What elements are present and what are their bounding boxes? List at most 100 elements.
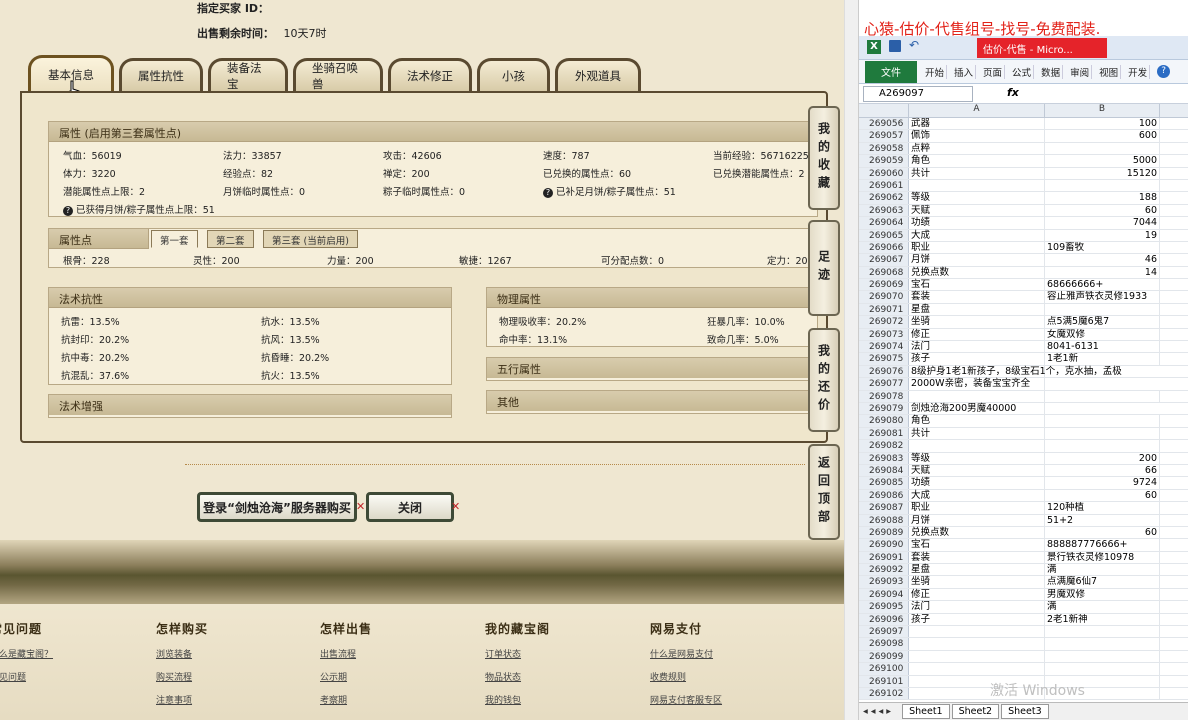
row-number[interactable]: 269059 <box>859 155 909 167</box>
cell-b[interactable]: 120种植 <box>1045 502 1160 514</box>
cell-b[interactable]: 景行铁衣灵修10978 <box>1045 551 1160 564</box>
column-header[interactable] <box>1160 104 1188 117</box>
cell-a[interactable] <box>909 440 1045 452</box>
cell-b[interactable] <box>1045 663 1160 675</box>
cell-a[interactable]: 兑换点数 <box>909 266 1045 279</box>
cell-a[interactable] <box>909 390 1045 402</box>
cell-b[interactable]: 68666666+ <box>1045 279 1160 291</box>
cell-a[interactable]: 点粹 <box>909 142 1045 155</box>
cell-a[interactable] <box>909 638 1045 650</box>
cell-a[interactable] <box>909 650 1045 663</box>
cell-b[interactable] <box>1045 179 1160 192</box>
cell-a[interactable]: 坐骑 <box>909 316 1045 328</box>
tab-equipment[interactable]: 装备法宝 <box>208 58 288 91</box>
row-number[interactable]: 269100 <box>859 663 909 675</box>
row-number[interactable]: 269095 <box>859 601 909 613</box>
subtab-set-1[interactable]: 第一套 <box>151 230 198 248</box>
cell-a[interactable]: 角色 <box>909 155 1045 167</box>
help-icon[interactable]: ? <box>1157 65 1171 78</box>
row-number[interactable]: 269066 <box>859 241 909 254</box>
row-number[interactable]: 269102 <box>859 687 909 700</box>
cell-b[interactable]: 15120 <box>1045 167 1160 179</box>
row-number[interactable]: 269086 <box>859 489 909 502</box>
ribbon-tab[interactable]: 视图 <box>1097 64 1122 79</box>
row-number[interactable]: 269069 <box>859 279 909 291</box>
tab-spell-mods[interactable]: 法术修正 <box>388 58 472 91</box>
row-number[interactable]: 269097 <box>859 626 909 638</box>
cell-b[interactable]: 60 <box>1045 526 1160 539</box>
row-number[interactable]: 269071 <box>859 303 909 316</box>
footer-link[interactable]: 订单状态 <box>485 647 550 660</box>
cell-a[interactable]: 职业 <box>909 241 1045 254</box>
row-number[interactable]: 269081 <box>859 427 909 440</box>
cell-b[interactable]: 满 <box>1045 564 1160 576</box>
cell-a[interactable]: 法门 <box>909 341 1045 353</box>
cell-b[interactable]: 1老1新 <box>1045 353 1160 365</box>
ribbon-tab[interactable]: 插入 <box>952 64 977 79</box>
sheet-nav-icon[interactable]: ◂◂◂▸ <box>863 706 894 717</box>
cell-a[interactable]: 武器 <box>909 118 1045 130</box>
cell-a[interactable]: 佩饰 <box>909 130 1045 142</box>
fx-icon[interactable]: fx <box>1007 86 1019 99</box>
cell-a[interactable]: 坐骑 <box>909 576 1045 588</box>
cell-b[interactable]: 5000 <box>1045 155 1160 167</box>
row-number[interactable]: 269094 <box>859 588 909 601</box>
subtab-set-2[interactable]: 第二套 <box>207 230 254 248</box>
row-number[interactable]: 269079 <box>859 402 909 415</box>
cell-b[interactable]: 60 <box>1045 204 1160 217</box>
footer-link[interactable]: 注意事项 <box>156 693 208 706</box>
cell-b[interactable]: 600 <box>1045 130 1160 142</box>
row-number[interactable]: 269083 <box>859 452 909 464</box>
row-number[interactable]: 269076 <box>859 365 909 378</box>
cell-b[interactable] <box>1045 440 1160 452</box>
row-number[interactable]: 269074 <box>859 341 909 353</box>
row-number[interactable]: 269062 <box>859 192 909 204</box>
row-number[interactable]: 269084 <box>859 464 909 477</box>
row-number[interactable]: 269056 <box>859 118 909 130</box>
ribbon-tab[interactable]: 数据 <box>1039 64 1064 79</box>
row-number[interactable]: 269082 <box>859 440 909 452</box>
row-number[interactable]: 269098 <box>859 638 909 650</box>
column-header[interactable]: A <box>909 104 1045 117</box>
cell-b[interactable]: 100 <box>1045 118 1160 130</box>
select-all-corner[interactable] <box>859 104 909 117</box>
row-number[interactable]: 269064 <box>859 217 909 229</box>
row-number[interactable]: 269099 <box>859 650 909 663</box>
footer-link[interactable]: 收费规则 <box>650 670 722 683</box>
cell-b[interactable]: 容止雅声铁衣灵修1933 <box>1045 291 1160 303</box>
row-number[interactable]: 269057 <box>859 130 909 142</box>
sheet-tab[interactable]: Sheet2 <box>951 704 1000 719</box>
cell-a[interactable]: 月饼 <box>909 514 1045 526</box>
cell-b[interactable]: 200 <box>1045 452 1160 464</box>
footer-link[interactable]: 公示期 <box>320 670 372 683</box>
cell-b[interactable]: 9724 <box>1045 477 1160 489</box>
row-number[interactable]: 269093 <box>859 576 909 588</box>
cell-a[interactable]: 共计 <box>909 427 1045 440</box>
ribbon-tab[interactable]: 开始 <box>923 64 948 79</box>
cell-b[interactable]: 8041-6131 <box>1045 341 1160 353</box>
cell-b[interactable]: 188 <box>1045 192 1160 204</box>
row-number[interactable]: 269058 <box>859 142 909 155</box>
cell-b[interactable]: 14 <box>1045 266 1160 279</box>
cell-b[interactable] <box>1045 638 1160 650</box>
footer-link[interactable]: 网易支付客服专区 <box>650 693 722 706</box>
back-to-top-button[interactable]: 返回顶部 <box>808 444 840 540</box>
cell-b[interactable]: 点满魔6仙7 <box>1045 576 1160 588</box>
footer-link[interactable]: 出售流程 <box>320 647 372 660</box>
ribbon-tab[interactable]: 审阅 <box>1068 64 1093 79</box>
footer-link[interactable]: 物品状态 <box>485 670 550 683</box>
cell-b[interactable] <box>1045 626 1160 638</box>
row-number[interactable]: 269068 <box>859 266 909 279</box>
cell-a[interactable]: 功绩 <box>909 477 1045 489</box>
cell-a[interactable]: 共计 <box>909 167 1045 179</box>
footer-link[interactable]: 考察期 <box>320 693 372 706</box>
cell-b[interactable]: 888887776666+ <box>1045 539 1160 551</box>
cell-a[interactable]: 等级 <box>909 452 1045 464</box>
cell-a[interactable]: 套装 <box>909 291 1045 303</box>
cell-b[interactable]: 109畜牧 <box>1045 241 1160 254</box>
undo-icon[interactable]: ↶ <box>909 38 919 52</box>
ribbon-tab[interactable]: 开发 <box>1126 64 1151 79</box>
row-number[interactable]: 269063 <box>859 204 909 217</box>
sheet-tab[interactable]: Sheet3 <box>1001 704 1049 719</box>
ribbon-file-tab[interactable]: 文件 <box>865 60 917 83</box>
